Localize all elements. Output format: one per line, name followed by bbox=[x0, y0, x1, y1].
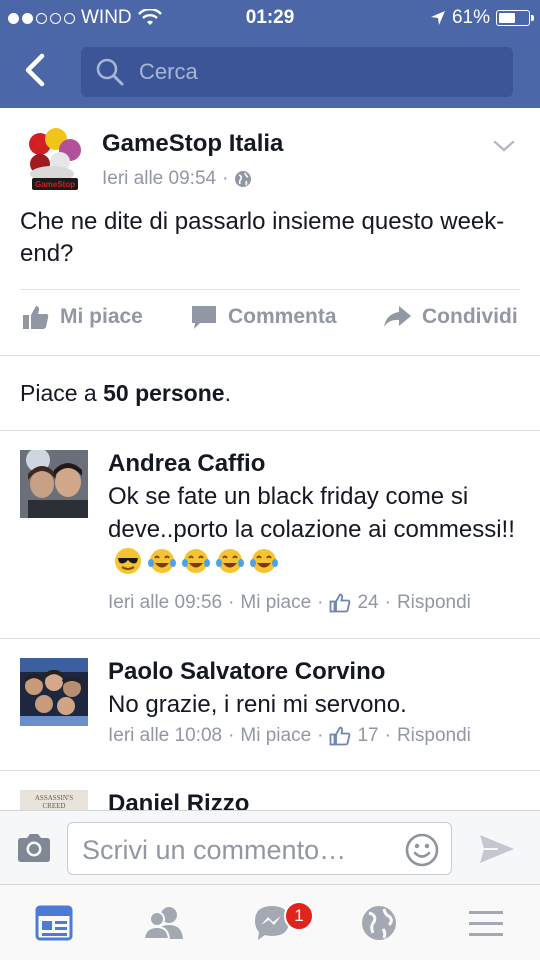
news-feed-icon bbox=[35, 905, 73, 941]
battery-percent: 61% bbox=[451, 7, 490, 28]
avatar[interactable]: ASSASSIN'S CREED bbox=[20, 790, 88, 810]
meta-separator: · bbox=[228, 592, 235, 613]
svg-text:ASSASSIN'S: ASSASSIN'S bbox=[35, 794, 73, 802]
post-options-button[interactable] bbox=[492, 138, 516, 154]
tears-of-joy-emoji bbox=[182, 549, 210, 573]
like-button[interactable]: Mi piace bbox=[22, 304, 143, 330]
emoji-button[interactable] bbox=[405, 833, 439, 867]
comment-button[interactable]: Commenta bbox=[190, 304, 337, 330]
camera-icon bbox=[18, 834, 50, 862]
tab-menu[interactable] bbox=[466, 903, 506, 943]
reply-link[interactable]: Rispondi bbox=[397, 725, 471, 747]
likes-summary[interactable]: Piace a 50 persone. bbox=[20, 380, 231, 407]
svg-text:CREED: CREED bbox=[43, 802, 66, 810]
search-icon bbox=[96, 58, 124, 86]
post-meta: Ieri alle 09:54 · bbox=[102, 168, 252, 190]
friends-icon bbox=[142, 907, 183, 940]
comment-text: No grazie, i reni mi servono. bbox=[108, 691, 407, 718]
page-name-link[interactable]: GameStop Italia bbox=[102, 130, 283, 158]
share-label: Condividi bbox=[422, 305, 518, 328]
comment-like-link[interactable]: Mi piace bbox=[240, 725, 311, 747]
messages-badge: 1 bbox=[284, 901, 314, 931]
meta-separator: · bbox=[317, 725, 324, 746]
globe-icon bbox=[235, 171, 252, 187]
comment-author[interactable]: Daniel Rizzo bbox=[108, 790, 249, 810]
tab-bar bbox=[0, 885, 540, 960]
battery-icon bbox=[496, 10, 534, 26]
tears-of-joy-emoji bbox=[216, 549, 244, 573]
avatar[interactable] bbox=[20, 658, 88, 726]
meta-separator: · bbox=[222, 168, 229, 189]
comment-time[interactable]: Ieri alle 09:56 bbox=[108, 592, 222, 614]
comment-item: ASSASSIN'S CREED Daniel Rizzo bbox=[0, 770, 540, 810]
send-button[interactable] bbox=[478, 833, 516, 865]
location-arrow-icon bbox=[430, 11, 445, 25]
comment-meta: Ieri alle 10:08 · Mi piace · 17 · Rispon… bbox=[108, 725, 471, 747]
smiley-icon bbox=[405, 833, 439, 867]
comment-body: Ok se fate un black friday come si deve.… bbox=[108, 483, 515, 543]
search-placeholder: Cerca bbox=[139, 59, 198, 84]
chevron-down-icon bbox=[493, 140, 515, 152]
likes-suffix: . bbox=[224, 380, 231, 406]
speech-bubble-icon bbox=[192, 306, 216, 329]
share-arrow-icon bbox=[384, 306, 411, 327]
comment-author[interactable]: Paolo Salvatore Corvino bbox=[108, 658, 385, 686]
divider bbox=[0, 638, 540, 639]
divider bbox=[20, 289, 520, 290]
search-input[interactable]: Cerca bbox=[81, 47, 513, 97]
comment-label: Commenta bbox=[228, 305, 337, 328]
divider bbox=[0, 430, 540, 431]
hamburger-menu-icon bbox=[469, 911, 503, 936]
reply-link[interactable]: Rispondi bbox=[397, 592, 471, 614]
sunglasses-emoji bbox=[115, 548, 141, 574]
comment-like-count: 17 bbox=[357, 725, 379, 746]
comment-text: Ok se fate un black friday come si deve.… bbox=[108, 480, 528, 579]
svg-text:GameStop: GameStop bbox=[35, 180, 75, 189]
battery-status: 61% bbox=[430, 7, 534, 29]
comment-meta: Ieri alle 09:56 · Mi piace · 24 · Rispon… bbox=[108, 592, 471, 614]
share-button[interactable]: Condividi bbox=[382, 304, 518, 330]
meta-separator: · bbox=[228, 725, 235, 746]
thumbs-up-outline-icon bbox=[330, 593, 351, 613]
divider bbox=[0, 355, 540, 356]
page-logo[interactable]: GameStop bbox=[22, 126, 86, 196]
post-timestamp[interactable]: Ieri alle 09:54 bbox=[102, 168, 216, 190]
comment-compose-bar: Scrivi un commento… bbox=[0, 810, 540, 885]
tears-of-joy-emoji bbox=[148, 549, 176, 573]
thumbs-up-outline-icon bbox=[330, 726, 351, 746]
tab-friend-requests[interactable] bbox=[142, 903, 183, 943]
likes-prefix: Piace a bbox=[20, 380, 104, 406]
gamestop-logo-image: GameStop bbox=[29, 128, 81, 190]
post-text: Che ne dite di passarlo insieme questo w… bbox=[20, 208, 505, 267]
comment-time[interactable]: Ieri alle 10:08 bbox=[108, 725, 222, 747]
thumbs-up-icon bbox=[23, 306, 49, 329]
meta-separator: · bbox=[384, 592, 391, 613]
send-icon bbox=[480, 835, 514, 863]
camera-button[interactable] bbox=[16, 833, 52, 863]
comment-like-count: 24 bbox=[357, 592, 379, 613]
comment-input[interactable]: Scrivi un commento… bbox=[67, 822, 452, 875]
avatar[interactable] bbox=[20, 450, 88, 518]
globe-icon bbox=[362, 906, 396, 940]
likes-count: 50 persone bbox=[103, 380, 225, 406]
back-button[interactable] bbox=[16, 48, 56, 92]
meta-separator: · bbox=[317, 592, 324, 613]
comment-like-link[interactable]: Mi piace bbox=[240, 592, 311, 614]
status-bar: WIND 01:29 61% bbox=[0, 0, 540, 36]
tears-of-joy-emoji bbox=[250, 549, 278, 573]
post-actions: Mi piace Commenta Condividi bbox=[0, 304, 540, 344]
avatar-photo bbox=[20, 450, 88, 518]
avatar-photo bbox=[20, 658, 88, 726]
like-label: Mi piace bbox=[60, 305, 143, 328]
navigation-bar: WIND 01:29 61% Cerca bbox=[0, 0, 540, 108]
comment-placeholder: Scrivi un commento… bbox=[82, 835, 347, 865]
avatar-photo: ASSASSIN'S CREED bbox=[20, 790, 88, 810]
tab-notifications[interactable] bbox=[359, 903, 399, 943]
tab-news-feed[interactable] bbox=[34, 903, 74, 943]
meta-separator: · bbox=[384, 725, 391, 746]
chevron-left-icon bbox=[25, 53, 45, 87]
comment-author[interactable]: Andrea Caffio bbox=[108, 450, 265, 478]
